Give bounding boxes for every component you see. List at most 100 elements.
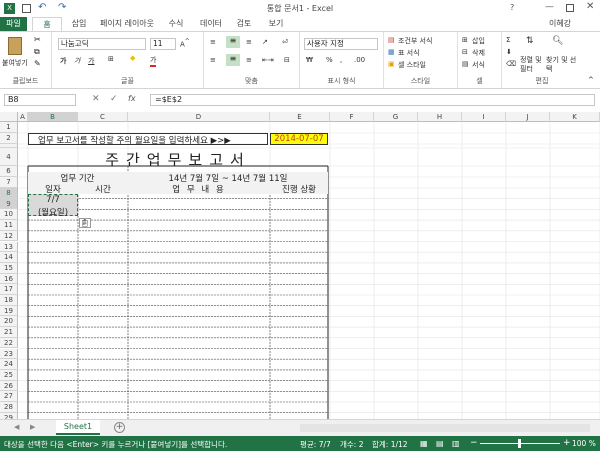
header-time[interactable]: 시간 bbox=[78, 183, 128, 195]
maximize-button[interactable] bbox=[566, 4, 574, 12]
cell-style-icon[interactable]: ▣ bbox=[388, 60, 395, 68]
format-painter-icon[interactable]: ✎ bbox=[34, 59, 41, 68]
tab-review[interactable]: 검토 bbox=[232, 17, 256, 31]
insert-cells-icon[interactable]: ⊞ bbox=[462, 36, 468, 44]
number-format-select[interactable]: 사용자 지정 bbox=[304, 38, 378, 50]
cell-style-button[interactable]: 셀 스타일 bbox=[398, 60, 426, 70]
fill-color-icon[interactable]: ◆ bbox=[130, 54, 135, 62]
find-select-icon[interactable]: 🔍︎ bbox=[552, 36, 563, 46]
zoom-slider-thumb[interactable] bbox=[518, 439, 521, 448]
table-format-icon[interactable]: ▦ bbox=[388, 48, 395, 56]
cancel-formula-icon[interactable]: ✕ bbox=[92, 94, 100, 104]
sort-filter-icon[interactable]: ⇅ bbox=[526, 36, 534, 46]
alignment-label: 맞춤 bbox=[245, 77, 258, 85]
next-sheet-icon[interactable]: ▶ bbox=[30, 423, 35, 431]
align-right-icon[interactable]: ≡ bbox=[246, 56, 252, 64]
page-layout-view-icon[interactable]: ▤ bbox=[436, 439, 444, 448]
wrap-text-icon[interactable]: ⏎ bbox=[282, 38, 288, 46]
conditional-format-button[interactable]: 조건부 서식 bbox=[398, 36, 432, 46]
format-cells-icon[interactable]: ▤ bbox=[462, 60, 469, 68]
page-break-view-icon[interactable]: ▥ bbox=[452, 439, 460, 448]
insert-cells-button[interactable]: 삽입 bbox=[472, 36, 485, 46]
comma-icon[interactable]: , bbox=[340, 56, 342, 64]
header-content[interactable]: 업 무 내 용 bbox=[128, 183, 270, 195]
sheet-tab-bar: ◀ ▶ Sheet1 + bbox=[0, 419, 600, 436]
collapse-ribbon-icon[interactable]: ^ bbox=[588, 76, 594, 84]
font-name-select[interactable]: 나눔고딕 bbox=[58, 38, 146, 50]
horizontal-scrollbar[interactable] bbox=[300, 424, 590, 432]
align-center-icon[interactable]: ≡ bbox=[226, 54, 240, 66]
currency-icon[interactable]: ₩ bbox=[306, 56, 313, 64]
autosum-icon[interactable]: Σ bbox=[506, 36, 510, 44]
sort-filter-button[interactable]: 정렬 및 필터 bbox=[520, 56, 542, 74]
tab-view[interactable]: 보기 bbox=[264, 17, 288, 31]
underline-icon[interactable]: 가 bbox=[88, 56, 94, 66]
editing-group: Σ ⬇ ⌫ ⇅ 정렬 및 필터 🔍︎ 찾기 및 선택 편집 bbox=[502, 32, 582, 88]
tab-home[interactable]: 홈 bbox=[32, 17, 62, 31]
tab-insert[interactable]: 삽입 bbox=[66, 17, 92, 31]
number-group: 사용자 지정 ₩ % , .00 표시 형식 bbox=[300, 32, 384, 88]
worksheet-grid[interactable]: ABCDEFGHIJK 1 2 4 6 7 8 9 10 11 12 13 14 15 16 17 18 19 2… bbox=[0, 112, 600, 419]
instruction-text[interactable]: 업무 보고서를 작성할 주의 월요일을 입력하세요 ▶>▶ bbox=[38, 134, 231, 146]
sheet-tab-sheet1[interactable]: Sheet1 bbox=[56, 420, 100, 435]
status-count: 개수: 2 bbox=[340, 440, 364, 449]
italic-icon[interactable]: 가 bbox=[74, 56, 80, 66]
bold-icon[interactable]: 가 bbox=[60, 56, 66, 66]
close-button[interactable]: ✕ bbox=[586, 1, 594, 12]
paste-options-icon[interactable]: 📋︎ bbox=[79, 218, 91, 228]
tab-file[interactable]: 파일 bbox=[0, 17, 27, 31]
delete-cells-icon[interactable]: ⊟ bbox=[462, 48, 468, 56]
minimize-button[interactable]: — bbox=[545, 2, 554, 12]
zoom-out-icon[interactable]: − bbox=[470, 438, 478, 448]
cut-icon[interactable]: ✂ bbox=[34, 35, 41, 44]
align-bottom-icon[interactable]: ≡ bbox=[246, 38, 252, 46]
font-size-select[interactable]: 11 bbox=[150, 38, 176, 50]
grow-font-icon[interactable]: A^ bbox=[180, 39, 190, 48]
add-sheet-icon[interactable]: + bbox=[114, 422, 125, 433]
tab-data[interactable]: 데이터 bbox=[196, 17, 226, 31]
align-top-icon[interactable]: ≡ bbox=[210, 38, 216, 46]
insert-function-icon[interactable]: fx bbox=[128, 94, 136, 103]
formula-input[interactable]: =$E$2 bbox=[150, 94, 595, 106]
zoom-level[interactable]: 100 % bbox=[572, 439, 596, 448]
border-icon[interactable]: ⊞ bbox=[108, 55, 114, 63]
merge-icon[interactable]: ⊟ bbox=[284, 56, 290, 64]
format-cells-button[interactable]: 서식 bbox=[472, 60, 485, 70]
find-select-button[interactable]: 찾기 및 선택 bbox=[546, 56, 578, 74]
prev-sheet-icon[interactable]: ◀ bbox=[14, 423, 19, 431]
table-format-button[interactable]: 표 서식 bbox=[398, 48, 420, 58]
status-sum: 합계: 1/12 bbox=[372, 440, 408, 449]
decimal-icon[interactable]: .00 bbox=[354, 56, 365, 64]
clear-icon[interactable]: ⌫ bbox=[506, 60, 516, 68]
tab-formulas[interactable]: 수식 bbox=[164, 17, 188, 31]
zoom-in-icon[interactable]: + bbox=[563, 438, 571, 448]
name-box[interactable]: B8 bbox=[4, 94, 76, 106]
header-status[interactable]: 진행 상황 bbox=[270, 183, 328, 195]
delete-cells-button[interactable]: 삭제 bbox=[472, 48, 485, 58]
clipboard-group: 붙여넣기 ✂ ⧉ ✎ 클립보드 bbox=[0, 32, 52, 88]
ribbon: 붙여넣기 ✂ ⧉ ✎ 클립보드 나눔고딕 11 A^ 가 가 가 ⊞ ◆ 가 글… bbox=[0, 31, 600, 89]
conditional-format-icon[interactable]: ▤ bbox=[388, 36, 395, 44]
enter-formula-icon[interactable]: ✓ bbox=[110, 94, 118, 104]
indent-icon[interactable]: ⇤⇥ bbox=[262, 56, 274, 64]
percent-button[interactable]: % bbox=[326, 56, 333, 64]
tab-page-layout[interactable]: 페이지 레이아웃 bbox=[96, 17, 158, 31]
status-message: 대상을 선택한 다음 <Enter> 키를 누르거나 [붙여넣기]를 선택합니다… bbox=[4, 440, 228, 449]
orientation-icon[interactable]: ↗ bbox=[262, 38, 268, 46]
paste-button[interactable]: 붙여넣기 bbox=[2, 58, 28, 68]
cells-group: ⊞ 삽입 ⊟ 삭제 ▤ 서식 셀 bbox=[458, 32, 502, 88]
fill-icon[interactable]: ⬇ bbox=[506, 48, 512, 56]
normal-view-icon[interactable]: ▦ bbox=[420, 439, 428, 448]
font-color-icon[interactable]: 가 bbox=[150, 55, 157, 67]
report-title[interactable]: 주간업무보고서 bbox=[28, 149, 328, 170]
help-icon[interactable]: ? bbox=[510, 3, 514, 12]
cell-b9[interactable]: (월요일) bbox=[28, 206, 78, 218]
align-left-icon[interactable]: ≡ bbox=[210, 56, 216, 64]
date-value: 2014-07-07 bbox=[274, 134, 324, 144]
copy-icon[interactable]: ⧉ bbox=[34, 47, 40, 57]
cell-b8[interactable]: 7/7 bbox=[28, 195, 78, 205]
paste-icon[interactable] bbox=[8, 37, 22, 55]
styles-label: 스타일 bbox=[410, 77, 431, 85]
user-name[interactable]: 이혜강 bbox=[540, 17, 580, 31]
align-middle-icon[interactable]: ≡ bbox=[226, 36, 240, 48]
